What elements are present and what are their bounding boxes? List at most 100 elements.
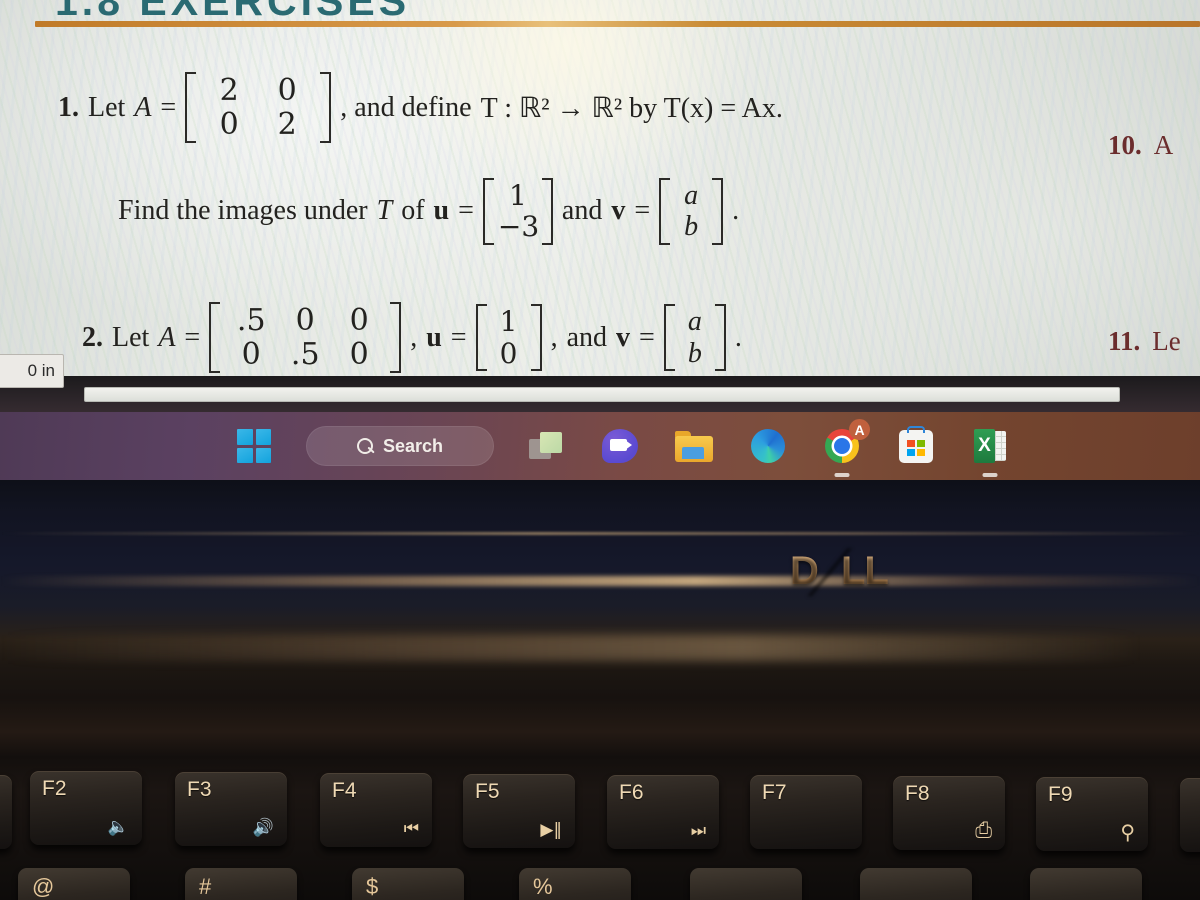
matrix-cell: 0: [349, 303, 369, 338]
key-label: F2: [42, 777, 67, 800]
vector-cell: −3: [497, 210, 540, 244]
bracket-left: [185, 72, 197, 144]
key-f4[interactable]: F4 ⏮: [320, 773, 432, 847]
problem-1-and: and: [561, 195, 603, 227]
key-label: F5: [475, 780, 500, 803]
vector-cell: a: [684, 180, 699, 211]
key-label: F6: [619, 781, 644, 804]
dollar-symbol-glyph: $: [366, 874, 379, 899]
store-button[interactable]: [894, 424, 938, 468]
hinge-highlight: [0, 576, 1200, 586]
bracket-right: [712, 178, 724, 245]
volume-down-icon: 🔈: [107, 817, 129, 837]
number-key-row: @ # $ %: [0, 868, 1200, 900]
bracket-right: [390, 302, 402, 374]
laptop-photo-scene: 1.8 EXERCISES 1. Let A = 2 0 0 2 , and d…: [0, 0, 1200, 900]
key-number-row-6[interactable]: [860, 868, 972, 900]
key-f7[interactable]: F7: [750, 775, 862, 849]
teams-chat-button[interactable]: [598, 424, 642, 468]
key-f5[interactable]: F5 ▶‖: [463, 774, 575, 848]
problem-1-line-2: Find the images under T of u = 1 −3 and …: [118, 178, 739, 245]
bracket-left: [659, 178, 671, 245]
dell-brand-logo: D╱LL: [790, 548, 889, 594]
edge-icon: [751, 429, 785, 463]
bracket-right: [320, 72, 332, 144]
task-view-icon: [529, 432, 563, 460]
key-f10-partial[interactable]: [1180, 778, 1200, 852]
start-button[interactable]: [232, 424, 276, 468]
key-f6[interactable]: F6 ⏭: [607, 775, 719, 849]
problem-2-equals: =: [184, 321, 201, 353]
problem-1-matrix-A: 2 0 0 2: [185, 72, 332, 144]
key-label: F7: [762, 781, 787, 804]
bracket-left: [475, 304, 487, 371]
key-percent-symbol[interactable]: %: [519, 868, 631, 900]
key-hash-symbol[interactable]: #: [185, 868, 297, 900]
right-column-number: 10.: [1108, 130, 1142, 160]
problem-2-comma-2: ,: [550, 321, 558, 353]
key-at-symbol[interactable]: @: [18, 868, 130, 900]
matrix-cell: 0: [219, 106, 239, 142]
dell-letters-ll: LL: [840, 549, 889, 593]
problem-1-after-matrix: , and define: [340, 91, 472, 123]
bracket-left: [663, 304, 675, 371]
key-f3[interactable]: F3 🔊: [175, 772, 287, 846]
laptop-screen: 1.8 EXERCISES 1. Let A = 2 0 0 2 , and d…: [0, 0, 1200, 412]
vector-cell: 0: [499, 336, 518, 370]
matrix-cell: 0: [241, 336, 261, 372]
chrome-button[interactable]: A: [820, 419, 870, 477]
right-column-number: 11.: [1108, 326, 1141, 356]
problem-1-equals: =: [160, 91, 177, 123]
problem-1-matrix-var: A: [134, 91, 152, 123]
problem-2-number: 2.: [82, 321, 103, 353]
previous-track-icon: ⏮: [403, 819, 419, 839]
problem-1-number: 1.: [58, 91, 79, 123]
matrix-cell: 2: [277, 106, 297, 142]
deck-sheen: [0, 635, 1200, 661]
matrix-cell: .5: [236, 303, 266, 338]
key-f2[interactable]: F2 🔈: [30, 771, 142, 845]
key-number-row-5[interactable]: [690, 868, 802, 900]
search-box[interactable]: Search: [306, 426, 494, 466]
key-f1-partial[interactable]: [0, 775, 12, 849]
problem-1-lead: Let: [88, 91, 126, 123]
store-icon: [899, 425, 933, 463]
problem-2-vector-u: 1 0: [475, 304, 542, 371]
problem-2-lead: Let: [112, 321, 150, 353]
problem-2-and: and: [566, 321, 608, 353]
right-column-item-11: 11. Le: [1108, 326, 1181, 357]
bracket-right: [530, 304, 542, 371]
horizontal-scrollbar[interactable]: [84, 387, 1120, 402]
edge-button[interactable]: [746, 424, 790, 468]
problem-2-u-equals: =: [450, 321, 467, 353]
reader-bottom-bar: 0 in: [0, 354, 1200, 412]
key-f9[interactable]: F9 ⚲: [1036, 777, 1148, 851]
task-view-button[interactable]: [524, 424, 568, 468]
problem-2-vector-v: a b: [663, 304, 726, 371]
matrix-cell: 0: [295, 303, 315, 338]
at-symbol-glyph: @: [32, 874, 55, 899]
problem-2-comma: ,: [410, 321, 418, 353]
windows-taskbar: Search A X: [0, 412, 1200, 480]
key-label: F4: [332, 779, 357, 802]
problem-2-v-equals: =: [639, 321, 655, 353]
problem-1-map-definition: T : ℝ² → ℝ² by T(x) = Ax.: [480, 92, 783, 124]
problem-2-u-label: u: [426, 321, 442, 353]
right-column-text: Le: [1152, 326, 1181, 356]
file-explorer-button[interactable]: [672, 424, 716, 468]
key-f8[interactable]: F8 ⎙: [893, 776, 1005, 850]
vector-cell: b: [687, 337, 702, 369]
key-label: F3: [187, 778, 212, 801]
windows-logo-icon: [237, 429, 271, 463]
zoom-indicator[interactable]: 0 in: [0, 354, 64, 388]
problem-1-transform-T: T: [376, 195, 393, 227]
key-dollar-symbol[interactable]: $: [352, 868, 464, 900]
bracket-right: [541, 178, 553, 245]
hinge-highlight-upper: [0, 532, 1200, 535]
problem-2-matrix-A: .5 0 0 0 .5 0: [209, 302, 402, 374]
vector-cell: b: [684, 211, 699, 243]
folder-icon: [675, 430, 713, 462]
problem-1-v-label: v: [611, 195, 626, 227]
excel-button[interactable]: X: [968, 424, 1012, 477]
key-number-row-7[interactable]: [1030, 868, 1142, 900]
